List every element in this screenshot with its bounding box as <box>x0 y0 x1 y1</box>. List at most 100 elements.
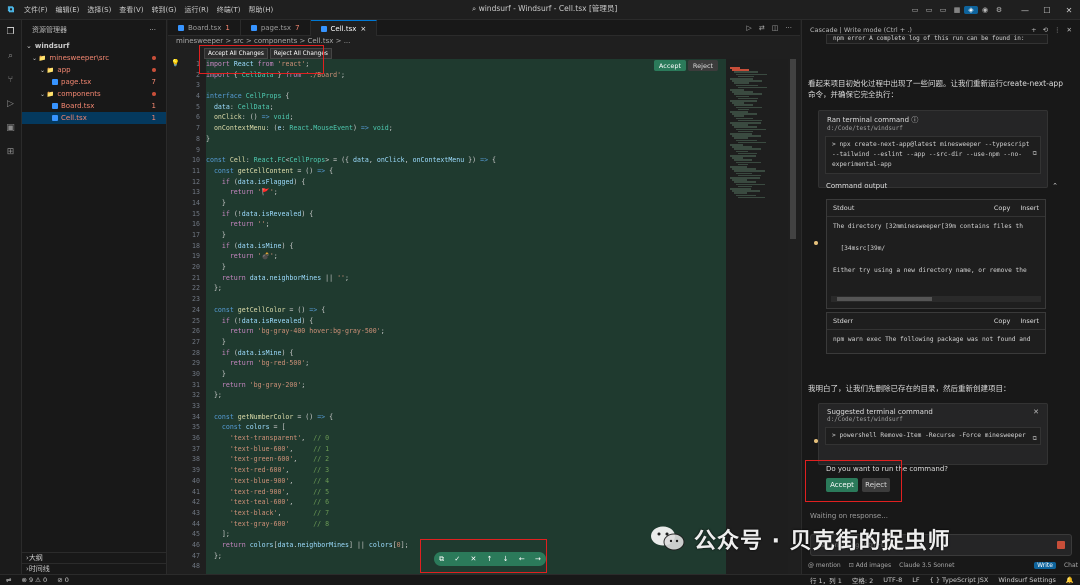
tab-page[interactable]: page.tsx 7 <box>241 20 311 36</box>
command-center[interactable]: ⌕ windsurf - Windsurf - Cell.tsx [管理员] <box>472 3 617 14</box>
copy-icon[interactable]: ⧉ <box>1033 434 1037 444</box>
explorer-icon[interactable]: ❐ <box>0 20 21 44</box>
remote-icon[interactable]: ▣ <box>0 116 21 140</box>
diff-icon[interactable]: ⇄ <box>759 24 765 32</box>
stop-icon[interactable] <box>1057 541 1065 549</box>
layout-secondary-icon[interactable]: ▭ <box>936 6 950 14</box>
mention-button[interactable]: @ mention <box>808 562 841 569</box>
menu-selection[interactable]: 选择(S) <box>87 5 111 15</box>
arrow-left-icon[interactable]: ← <box>519 555 525 563</box>
outline-section[interactable]: › 大纲 <box>22 552 167 563</box>
stdout-line <box>833 254 1039 265</box>
reject-command-button[interactable]: Reject <box>862 478 890 492</box>
line-number: 38 <box>192 455 200 464</box>
line-ending[interactable]: LF <box>912 576 919 584</box>
arrow-right-icon[interactable]: → <box>535 555 541 563</box>
accept-check-icon[interactable]: ✓ <box>454 555 460 563</box>
stderr-copy-button[interactable]: Copy <box>994 317 1011 325</box>
arrow-down-icon[interactable]: ↓ <box>503 555 509 563</box>
layout-panel-icon[interactable]: ▭ <box>922 6 936 14</box>
encoding[interactable]: UTF-8 <box>883 576 902 584</box>
model-selector[interactable]: Claude 3.5 Sonnet <box>899 562 954 569</box>
tree-item[interactable]: ⌄ 📁 components <box>22 88 166 100</box>
layout-sidebar-icon[interactable]: ▭ <box>908 6 922 14</box>
tab-close-icon[interactable]: × <box>360 25 366 33</box>
menu-go[interactable]: 转到(G) <box>152 5 177 15</box>
account-icon[interactable]: ◉ <box>978 6 992 14</box>
close-icon[interactable]: ✕ <box>1033 408 1039 423</box>
tree-item[interactable]: Board.tsx 1 <box>22 100 166 112</box>
run-debug-icon[interactable]: ▷ <box>0 92 21 116</box>
maximize-icon[interactable]: ☐ <box>1036 6 1058 15</box>
source-control-icon[interactable]: ⑂ <box>0 68 21 92</box>
more-icon[interactable]: ⋮ <box>1054 26 1061 34</box>
menu-edit[interactable]: 编辑(E) <box>56 5 80 15</box>
indentation[interactable]: 空格: 2 <box>852 575 873 585</box>
reject-hunk-button[interactable]: Reject <box>688 60 718 71</box>
timeline-section[interactable]: › 时间线 <box>22 563 167 574</box>
menu-view[interactable]: 查看(V) <box>119 5 143 15</box>
menu-help[interactable]: 帮助(H) <box>249 5 274 15</box>
line-number: 26 <box>192 327 200 336</box>
tab-board[interactable]: Board.tsx 1 <box>168 20 241 36</box>
add-icon[interactable]: + <box>1031 26 1036 34</box>
language-mode[interactable]: { } TypeScript JSX <box>930 576 989 584</box>
menu-run[interactable]: 运行(R) <box>184 5 208 15</box>
extensions-icon[interactable]: ⊞ <box>0 140 21 164</box>
accept-command-button[interactable]: Accept <box>826 478 858 492</box>
line-number: 43 <box>192 508 200 517</box>
stdout-copy-button[interactable]: Copy <box>994 204 1011 212</box>
tsx-file-icon <box>52 103 58 109</box>
settings-gear-icon[interactable]: ⚙ <box>992 6 1006 14</box>
tab-cell[interactable]: Cell.tsx × <box>310 20 378 36</box>
play-icon[interactable]: ▷ <box>746 24 751 32</box>
remote-indicator-icon[interactable]: ⇌ <box>6 576 11 584</box>
arrow-up-icon[interactable]: ↑ <box>487 555 493 563</box>
window-controls: ▭ ▭ ▭ ▦ ◈ ◉ ⚙ — ☐ ✕ <box>908 0 1080 20</box>
tree-item[interactable]: ⌄ 📁 app <box>22 64 166 76</box>
tree-item[interactable]: Cell.tsx 1 <box>22 112 166 124</box>
customize-layout-icon[interactable]: ▦ <box>950 6 964 14</box>
reject-all-changes-button[interactable]: Reject All Changes <box>269 48 332 59</box>
copy-icon[interactable]: ⧉ <box>1033 149 1037 159</box>
code-area[interactable]: 1 2 3 4 5 6 7 8 9 10 11 12 13 14 15 16 17 18 19 20 21 22 23 24 2… <box>168 59 800 574</box>
search-icon[interactable]: ⌕ <box>0 44 21 68</box>
accept-all-changes-button[interactable]: Accept All Changes <box>204 48 268 59</box>
close-icon[interactable]: ✕ <box>1058 6 1080 15</box>
cursor-position[interactable]: 行 1，列 1 <box>810 575 842 585</box>
stderr-insert-button[interactable]: Insert <box>1020 317 1039 325</box>
vertical-scrollbar[interactable] <box>788 59 798 574</box>
more-actions-icon[interactable]: ··· <box>785 24 792 32</box>
bell-icon[interactable]: 🔔 <box>1066 576 1074 584</box>
stdout-scrollbar[interactable] <box>831 296 1041 302</box>
add-images-button[interactable]: Add images <box>856 562 891 569</box>
close-icon[interactable]: ✕ <box>1067 26 1072 34</box>
history-icon[interactable]: ⟲ <box>1043 26 1048 34</box>
stdout-scroll-thumb[interactable] <box>837 297 932 301</box>
stdout-insert-button[interactable]: Insert <box>1020 204 1039 212</box>
reject-x-icon[interactable]: ✕ <box>471 555 477 563</box>
tree-item[interactable]: page.tsx 7 <box>22 76 166 88</box>
minimize-icon[interactable]: — <box>1014 6 1036 15</box>
write-mode-toggle[interactable]: Write <box>1034 561 1056 569</box>
lightbulb-icon[interactable]: 💡 <box>171 59 180 67</box>
minimap[interactable] <box>726 59 788 574</box>
more-actions-icon[interactable]: ··· <box>149 26 156 34</box>
windsurf-settings[interactable]: Windsurf Settings <box>998 576 1056 584</box>
scrollbar-thumb[interactable] <box>790 59 796 239</box>
chevron-down-icon: ⌄ <box>26 42 32 50</box>
tree-root[interactable]: ⌄ windsurf <box>22 40 166 52</box>
cascade-toggle-icon[interactable]: ◈ <box>964 6 978 14</box>
chat-mode-toggle[interactable]: Chat <box>1064 562 1078 569</box>
split-editor-icon[interactable]: ◫ <box>772 24 779 32</box>
breadcrumb[interactable]: minesweeper > src > components > Cell.ts… <box>168 36 800 46</box>
command-output-header[interactable]: Command output ⌃ <box>826 182 1058 190</box>
problems-indicator[interactable]: ⊗ 9 ⚠ 0 <box>21 576 47 584</box>
accept-hunk-button[interactable]: Accept <box>654 60 686 71</box>
menu-terminal[interactable]: 终端(T) <box>217 5 241 15</box>
tree-item[interactable]: ⌄ 📁 minesweeper\src <box>22 52 166 64</box>
cascade-panel: Cascade | Write mode (Ctrl + .) + ⟲ ⋮ ✕ npm… <box>801 20 1080 574</box>
menu-file[interactable]: 文件(F) <box>24 5 48 15</box>
diff-review-icon[interactable]: ⧉ <box>439 555 444 564</box>
ports-indicator[interactable]: ⊘ 0 <box>57 576 69 584</box>
